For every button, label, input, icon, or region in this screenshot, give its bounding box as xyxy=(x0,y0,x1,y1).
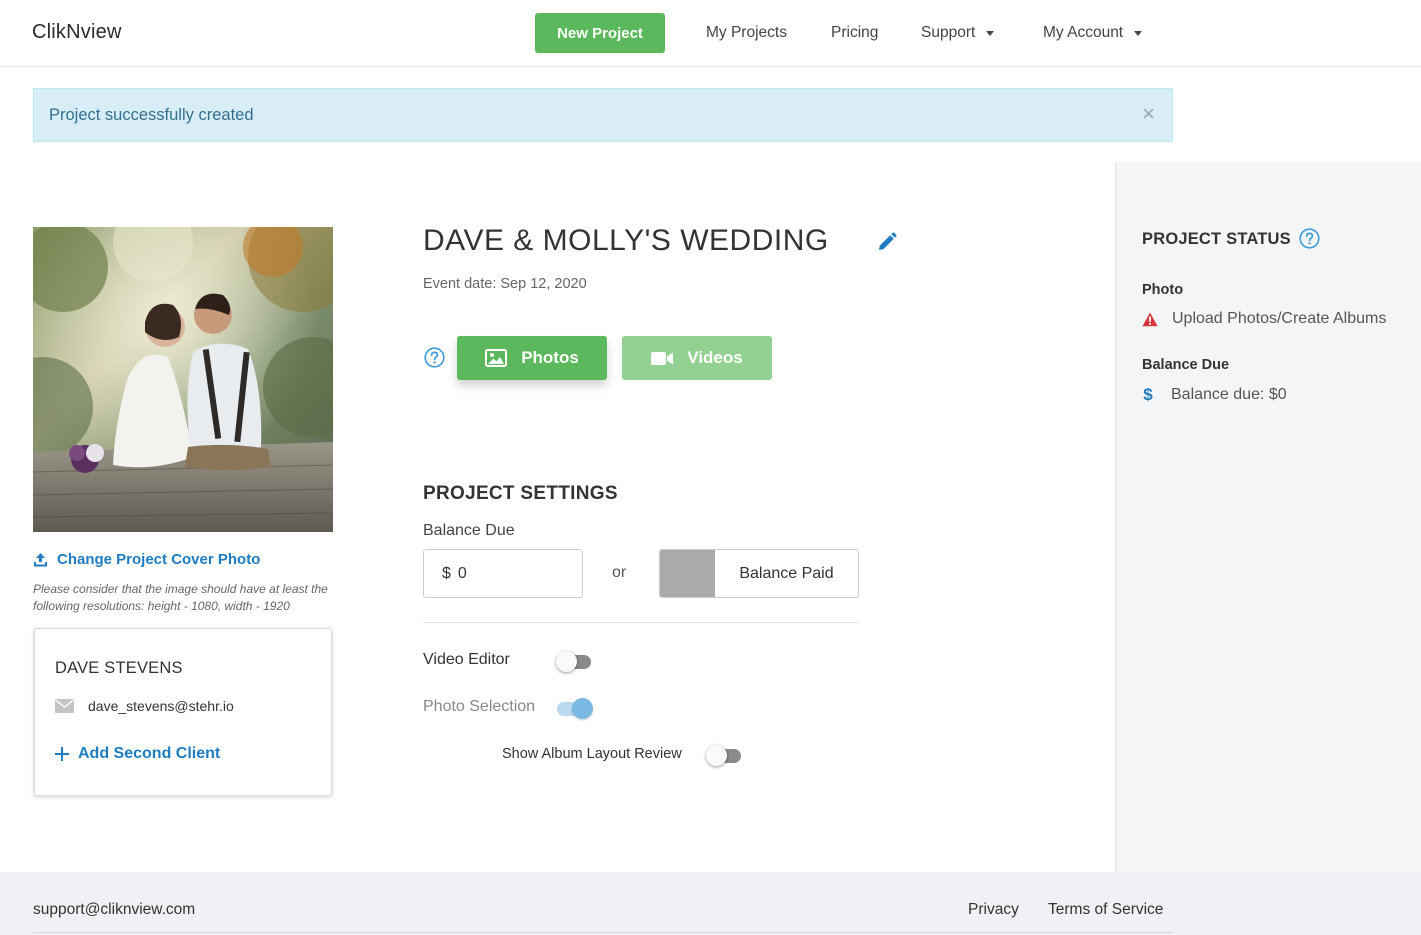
footer-terms-link[interactable]: Terms of Service xyxy=(1048,901,1163,919)
photo-selection-label: Photo Selection xyxy=(423,698,536,715)
toggle-knob xyxy=(706,745,727,766)
status-photo-row[interactable]: Upload Photos/Create Albums xyxy=(1142,310,1386,328)
nav-support-label: Support xyxy=(921,24,976,41)
change-cover-photo-label: Change Project Cover Photo xyxy=(57,551,261,568)
footer-privacy-link[interactable]: Privacy xyxy=(968,901,1019,919)
status-balance-row: $ Balance due: $0 xyxy=(1142,385,1287,405)
question-circle-icon[interactable] xyxy=(424,347,445,368)
toggle-knob xyxy=(572,698,593,719)
album-layout-review-toggle[interactable] xyxy=(706,745,741,766)
nav-my-account-dropdown[interactable]: My Account xyxy=(1043,24,1143,42)
add-second-client-button[interactable]: Add Second Client xyxy=(55,745,220,763)
envelope-icon xyxy=(55,699,74,713)
plus-icon xyxy=(55,747,69,761)
change-cover-photo-link[interactable]: Change Project Cover Photo xyxy=(33,551,260,568)
video-editor-label: Video Editor xyxy=(423,651,510,668)
dollar-icon: $ xyxy=(1143,385,1153,404)
balance-paid-label: Balance Paid xyxy=(739,564,834,582)
close-icon[interactable]: × xyxy=(1142,103,1155,125)
balance-due-value[interactable]: 0 xyxy=(458,565,467,583)
status-photo-label: Photo xyxy=(1142,282,1184,298)
client-card: DAVE STEVENS dave_stevens@stehr.io Add S… xyxy=(34,628,332,796)
question-circle-icon[interactable] xyxy=(1299,228,1320,249)
footer-support-email[interactable]: support@cliknview.com xyxy=(33,901,195,919)
upload-icon xyxy=(33,552,48,567)
chevron-down-icon xyxy=(986,31,995,36)
videos-button[interactable]: Videos xyxy=(622,336,772,380)
status-balance-label: Balance Due xyxy=(1142,357,1230,373)
nav-support-dropdown[interactable]: Support xyxy=(921,24,995,42)
add-second-client-label: Add Second Client xyxy=(78,745,221,762)
balance-paid-checkbox[interactable] xyxy=(660,550,715,597)
album-layout-review-label: Show Album Layout Review xyxy=(502,746,682,762)
balance-paid-toggle[interactable]: Balance Paid xyxy=(659,549,859,598)
video-camera-icon xyxy=(651,351,687,366)
video-editor-toggle[interactable] xyxy=(556,651,591,672)
footer-divider xyxy=(33,932,1173,933)
chevron-down-icon xyxy=(1134,31,1143,36)
client-email-row: dave_stevens@stehr.io xyxy=(55,698,234,714)
project-title: DAVE & MOLLY'S WEDDING xyxy=(423,224,829,257)
image-icon xyxy=(485,349,521,367)
or-separator: or xyxy=(612,564,627,581)
top-navbar: ClikNview New Project My Projects Pricin… xyxy=(0,0,1421,67)
nav-my-projects[interactable]: My Projects xyxy=(706,24,787,42)
photos-button[interactable]: Photos xyxy=(457,336,607,380)
status-balance-text: Balance due: $0 xyxy=(1171,386,1287,403)
project-cover-photo xyxy=(33,227,333,532)
status-photo-text: Upload Photos/Create Albums xyxy=(1172,310,1387,327)
alert-message: Project successfully created xyxy=(49,106,254,124)
nav-my-account-label: My Account xyxy=(1043,24,1124,41)
balance-due-input[interactable]: $ 0 xyxy=(423,549,583,598)
warning-triangle-icon xyxy=(1142,312,1158,327)
project-settings-heading: PROJECT SETTINGS xyxy=(423,483,618,504)
nav-pricing[interactable]: Pricing xyxy=(831,24,878,42)
videos-button-label: Videos xyxy=(687,348,743,367)
client-email[interactable]: dave_stevens@stehr.io xyxy=(88,698,234,714)
project-status-heading: PROJECT STATUS xyxy=(1142,230,1291,248)
brand-logo[interactable]: ClikNview xyxy=(32,21,122,44)
pencil-icon[interactable] xyxy=(877,232,897,252)
cover-photo-resolution-note: Please consider that the image should ha… xyxy=(33,582,328,613)
photo-selection-toggle[interactable] xyxy=(557,698,593,719)
toggle-knob xyxy=(556,651,577,672)
project-status-sidebar: PROJECT STATUS Photo Upload Photos/Creat… xyxy=(1115,162,1421,872)
new-project-button[interactable]: New Project xyxy=(535,13,665,53)
photos-button-label: Photos xyxy=(521,348,579,367)
balance-due-label: Balance Due xyxy=(423,522,515,539)
client-name: DAVE STEVENS xyxy=(55,659,183,677)
footer: support@cliknview.com Privacy Terms of S… xyxy=(0,872,1421,935)
event-date: Event date: Sep 12, 2020 xyxy=(423,276,587,292)
settings-divider xyxy=(423,622,859,623)
currency-symbol: $ xyxy=(442,564,451,582)
success-alert: Project successfully created × xyxy=(33,88,1173,142)
